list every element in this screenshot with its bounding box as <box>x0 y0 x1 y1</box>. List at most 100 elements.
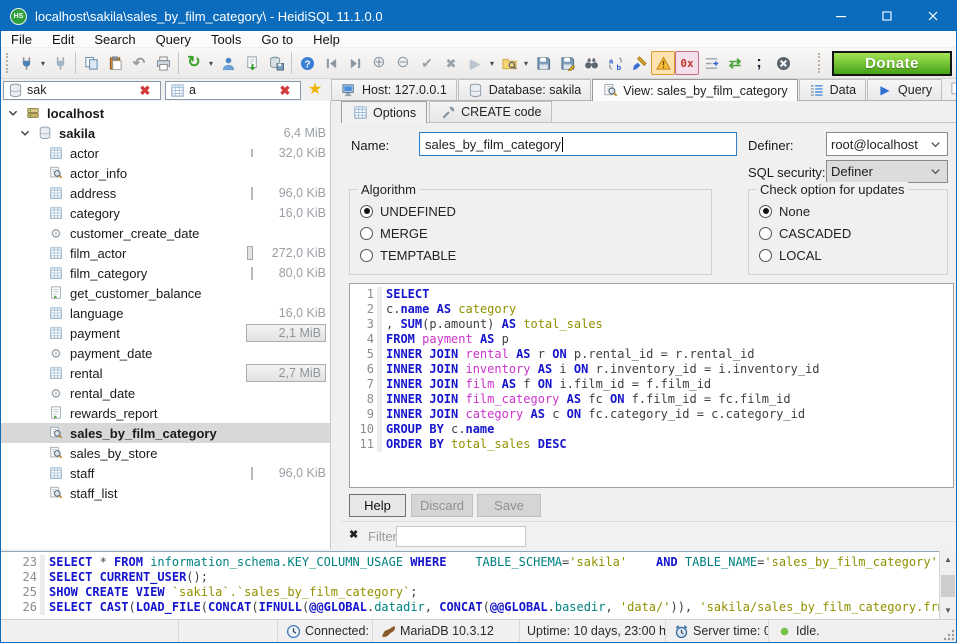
tab-database-sakila[interactable]: Database: sakila <box>458 79 591 100</box>
radio-circle-icon[interactable] <box>360 227 373 240</box>
expander-icon[interactable] <box>19 125 31 141</box>
dropdown-arrow-icon[interactable]: ▾ <box>38 59 48 68</box>
find-text-button[interactable] <box>579 51 603 75</box>
dropdown-arrow-icon[interactable]: ▾ <box>521 59 531 68</box>
tree-item-language[interactable]: language16,0 KiB <box>1 303 330 323</box>
save-sql-as-button[interactable] <box>555 51 579 75</box>
expander-icon[interactable] <box>7 105 19 121</box>
save-database-button[interactable] <box>264 51 288 75</box>
close-icon[interactable] <box>910 1 956 31</box>
tree-item-staff[interactable]: staff96,0 KiB <box>1 463 330 483</box>
favorites-star-icon[interactable]: ★ <box>307 82 323 98</box>
resize-grip[interactable] <box>943 629 955 641</box>
radio-circle-icon[interactable] <box>759 205 772 218</box>
post-changes-button[interactable]: ✔ <box>415 51 439 75</box>
log-scrollbar[interactable]: ▲ ▼ <box>939 551 956 619</box>
undo-button[interactable]: ↶ <box>127 51 151 75</box>
filter-input[interactable] <box>396 526 526 547</box>
refresh-button[interactable]: ↻ <box>182 51 206 75</box>
tree-item-rental[interactable]: rental2,7 MiB <box>1 363 330 383</box>
tree-item-actor[interactable]: actor32,0 KiB <box>1 143 330 163</box>
scroll-thumb[interactable] <box>941 575 955 597</box>
highlight-errors-button[interactable] <box>651 51 675 75</box>
tab-query[interactable]: ▶Query <box>867 79 942 100</box>
new-query-tab-icon[interactable] <box>949 81 957 97</box>
tree-item-staff_list[interactable]: staff_list <box>1 483 330 503</box>
radio-circle-icon[interactable] <box>360 249 373 262</box>
maximize-icon[interactable] <box>864 1 910 31</box>
definer-combobox[interactable]: root@localhost <box>826 132 948 156</box>
radio-circle-icon[interactable] <box>360 205 373 218</box>
paste-button[interactable] <box>103 51 127 75</box>
stop-query-button[interactable] <box>771 51 795 75</box>
clear-filter-icon[interactable]: ✖ <box>137 82 153 98</box>
view-name-input[interactable]: sales_by_film_category <box>419 132 737 156</box>
cancel-editing-button[interactable]: ✖ <box>439 51 463 75</box>
dropdown-arrow-icon[interactable]: ▾ <box>206 59 216 68</box>
delete-row-button[interactable]: ⊖ <box>391 51 415 75</box>
tree-item-sales_by_store[interactable]: sales_by_store <box>1 443 330 463</box>
dropdown-arrow-icon[interactable]: ▾ <box>487 59 497 68</box>
tree-item-sales_by_film_category[interactable]: sales_by_film_category <box>1 423 330 443</box>
sql-security-dropdown[interactable]: Definer <box>826 160 948 183</box>
menu-go-to[interactable]: Go to <box>251 31 303 48</box>
help-button[interactable]: ? <box>295 51 319 75</box>
menu-help[interactable]: Help <box>303 31 350 48</box>
tab-host-127-0-0-1[interactable]: Host: 127.0.0.1 <box>331 79 457 100</box>
tree-item-payment[interactable]: payment2,1 MiB <box>1 323 330 343</box>
toolbar-grip-2[interactable] <box>818 53 823 73</box>
tree-item-rental_date[interactable]: ⚙rental_date <box>1 383 330 403</box>
session-connect-button[interactable] <box>14 51 38 75</box>
menu-tools[interactable]: Tools <box>201 31 251 48</box>
tree-item-sakila[interactable]: sakila6,4 MiB <box>1 123 330 143</box>
first-record-button[interactable] <box>319 51 343 75</box>
copy-button[interactable] <box>79 51 103 75</box>
run-query-button[interactable]: ▶ <box>463 51 487 75</box>
insert-row-button[interactable]: ⊕ <box>367 51 391 75</box>
indent-button[interactable] <box>699 51 723 75</box>
save-sql-button[interactable] <box>531 51 555 75</box>
session-disconnect-button[interactable] <box>48 51 72 75</box>
tree-item-rewards_report[interactable]: rewards_report <box>1 403 330 423</box>
tree-item-get_customer_balance[interactable]: get_customer_balance <box>1 283 330 303</box>
toolbar-grip[interactable] <box>6 53 11 73</box>
print-button[interactable] <box>151 51 175 75</box>
tree-item-actor_info[interactable]: actor_info <box>1 163 330 183</box>
menu-edit[interactable]: Edit <box>42 31 84 48</box>
tab-view-sales-by-film-category[interactable]: View: sales_by_film_category <box>592 79 797 101</box>
tab-create-code[interactable]: CREATE code <box>429 101 552 122</box>
radio-none[interactable]: None <box>759 202 810 220</box>
tree-item-payment_date[interactable]: ⚙payment_date <box>1 343 330 363</box>
export-database-button[interactable] <box>240 51 264 75</box>
tab-data[interactable]: Data <box>799 79 866 100</box>
minimize-icon[interactable] <box>818 1 864 31</box>
reformat-sql-button[interactable] <box>627 51 651 75</box>
load-sql-file-button[interactable] <box>497 51 521 75</box>
radio-undefined[interactable]: UNDEFINED <box>360 202 456 220</box>
panel-splitter[interactable] <box>331 101 341 549</box>
tree-item-localhost[interactable]: localhost <box>1 103 330 123</box>
radio-temptable[interactable]: TEMPTABLE <box>360 246 456 264</box>
sync-selection-button[interactable]: ⇄ <box>723 51 747 75</box>
tree-item-film_category[interactable]: film_category80,0 KiB <box>1 263 330 283</box>
radio-circle-icon[interactable] <box>759 227 772 240</box>
tree-item-category[interactable]: category16,0 KiB <box>1 203 330 223</box>
menu-search[interactable]: Search <box>84 31 145 48</box>
view-select-editor[interactable]: 1SELECT2c.name AS category3, SUM(p.amoun… <box>349 283 954 488</box>
clear-filter-icon[interactable]: ✖ <box>277 82 293 98</box>
database-filter-input[interactable]: sak ✖ <box>3 81 161 100</box>
table-filter-input[interactable]: a ✖ <box>165 81 301 100</box>
delimiter-button[interactable]: ; <box>747 51 771 75</box>
scroll-down-icon[interactable]: ▼ <box>940 602 956 619</box>
radio-local[interactable]: LOCAL <box>759 246 822 264</box>
scroll-up-icon[interactable]: ▲ <box>940 551 956 568</box>
tree-item-film_actor[interactable]: film_actor272,0 KiB <box>1 243 330 263</box>
bind-parameters-button[interactable]: 0x <box>675 51 699 75</box>
menu-file[interactable]: File <box>1 31 42 48</box>
save-button[interactable]: Save <box>477 494 541 517</box>
tree-item-customer_create_date[interactable]: ⚙customer_create_date <box>1 223 330 243</box>
radio-merge[interactable]: MERGE <box>360 224 428 242</box>
discard-button[interactable]: Discard <box>411 494 473 517</box>
user-manager-button[interactable] <box>216 51 240 75</box>
radio-cascaded[interactable]: CASCADED <box>759 224 851 242</box>
